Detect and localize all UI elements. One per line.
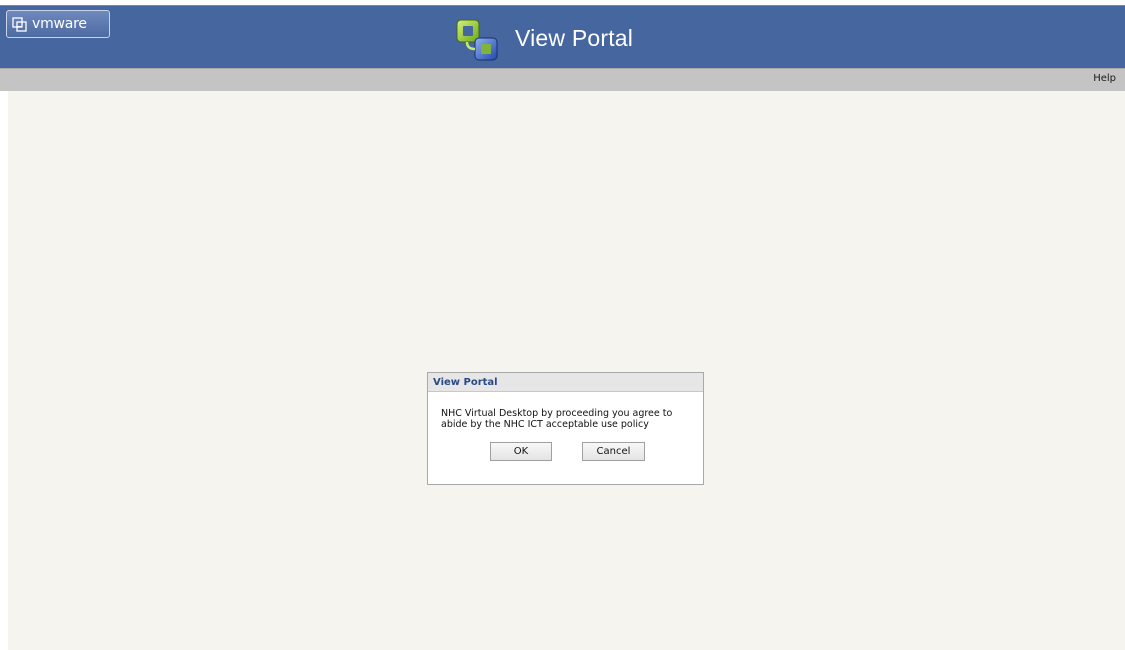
left-edge <box>0 91 8 650</box>
dialog-title: View Portal <box>428 373 703 392</box>
toolbar: Help <box>0 68 1125 91</box>
header-banner: vmware View Portal <box>0 5 1125 68</box>
vmware-logo-icon <box>12 16 27 32</box>
page-title: View Portal <box>515 25 634 51</box>
vmware-logo-text: vmware <box>32 16 87 32</box>
view-portal-icon <box>456 19 498 61</box>
page: vmware View Portal Help View Portal NHC … <box>0 0 1125 650</box>
dialog-message: NHC Virtual Desktop by proceeding you ag… <box>441 408 673 430</box>
vmware-logo: vmware <box>6 10 110 38</box>
dialog-buttons: OK Cancel <box>428 442 703 462</box>
disclaimer-dialog: View Portal NHC Virtual Desktop by proce… <box>427 372 704 485</box>
ok-button[interactable]: OK <box>490 442 552 461</box>
help-link[interactable]: Help <box>1093 73 1116 84</box>
cancel-button[interactable]: Cancel <box>582 442 645 461</box>
content-area <box>8 91 1125 650</box>
